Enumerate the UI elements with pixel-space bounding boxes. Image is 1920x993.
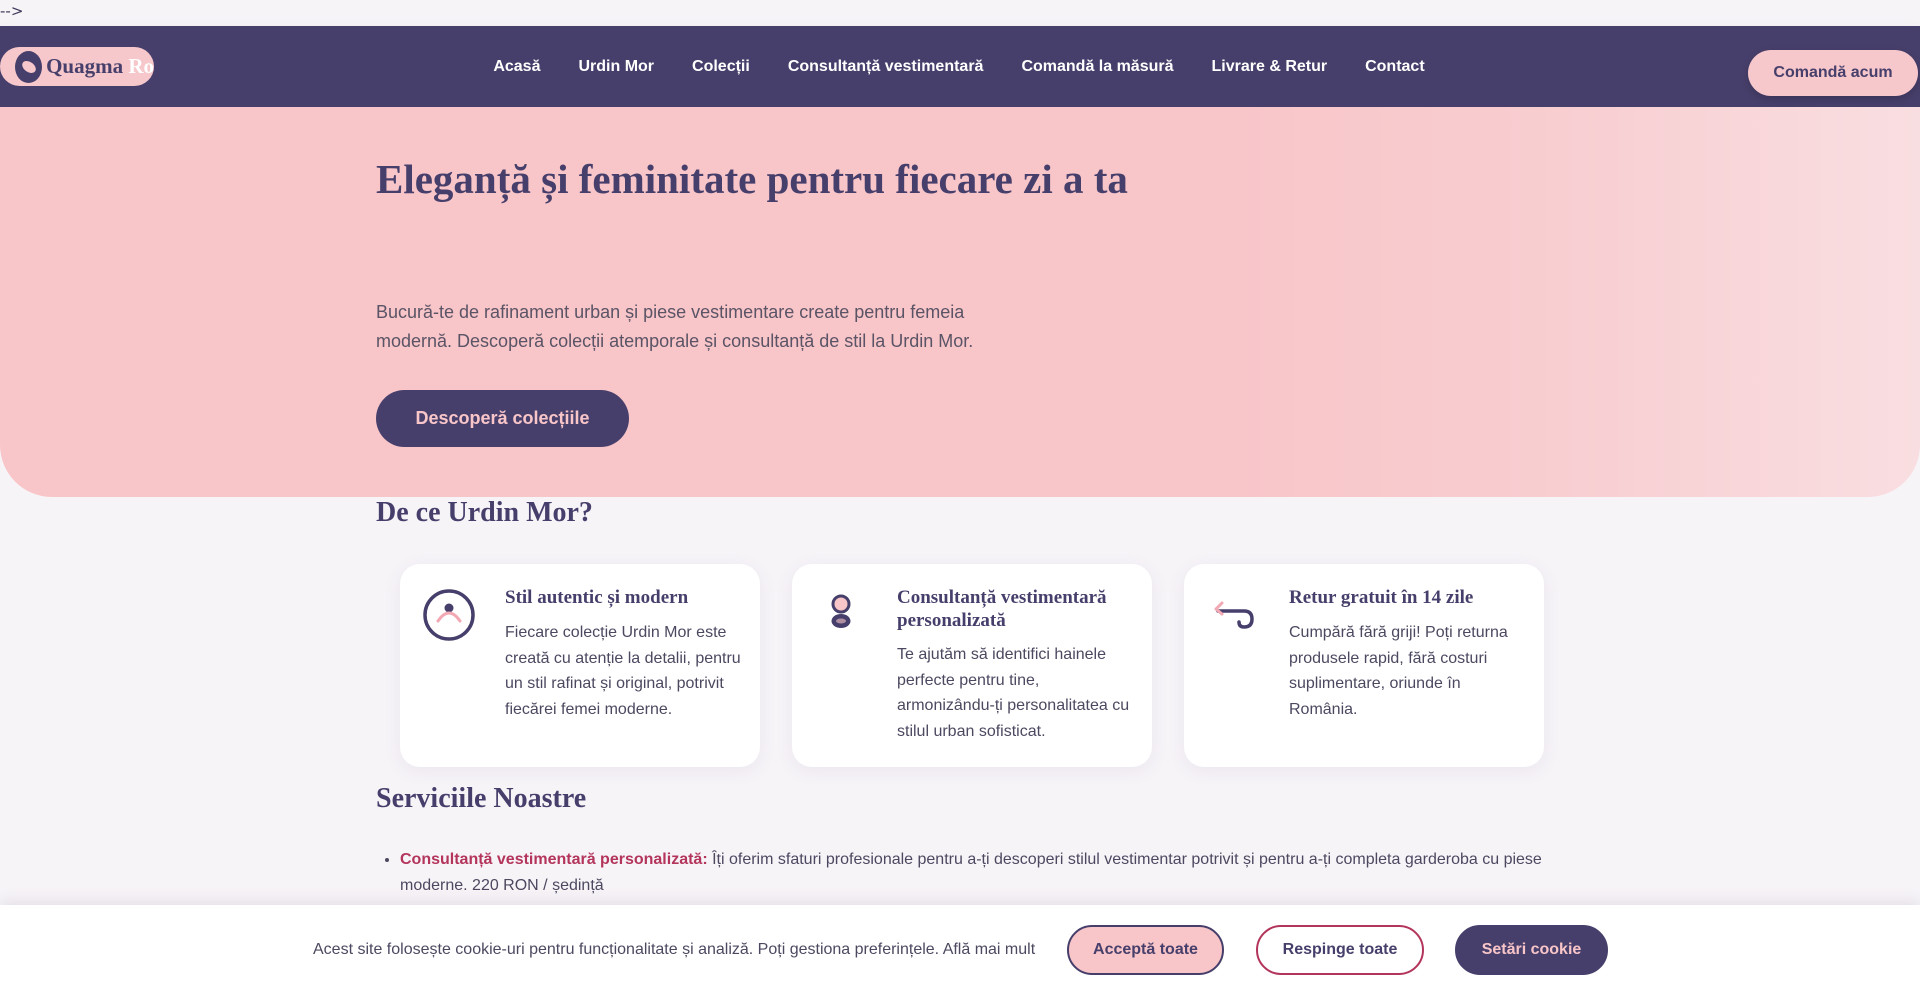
nav-item-urdin-mor[interactable]: Urdin Mor (578, 58, 654, 76)
services-list: Consultanță vestimentară personalizată: … (376, 847, 1570, 899)
services-title: Serviciile Noastre (376, 783, 587, 814)
stylist-person-icon (814, 588, 868, 642)
feature-card-text: Te ajutăm să identifici hainele perfecte… (897, 646, 1130, 740)
feature-card-consultancy: Consultanță vestimentară personalizată T… (792, 564, 1152, 767)
logo[interactable]: Quagma Ro (0, 47, 154, 86)
dress-circle-icon (422, 588, 476, 642)
site-header: Quagma Ro Acasă Urdin Mor Colecții Consu… (0, 26, 1920, 107)
order-now-button[interactable]: Comandă acum (1748, 50, 1918, 96)
why-section-title: De ce Urdin Mor? (376, 497, 593, 528)
nav-item-colectii[interactable]: Colecții (692, 58, 750, 76)
stray-comment-text: --> (0, 2, 24, 20)
reject-all-button[interactable]: Respinge toate (1256, 925, 1424, 975)
nav-item-contact[interactable]: Contact (1365, 58, 1425, 76)
logo-text: Quagma Ro (46, 54, 154, 79)
hero-title: Eleganță și feminitate pentru fiecare zi… (376, 156, 1128, 202)
feature-card-title: Stil autentic și modern (505, 587, 689, 608)
feature-card-text: Cumpără fără griji! Poți returna produse… (1289, 624, 1508, 718)
nav-item-livrare-retur[interactable]: Livrare & Retur (1212, 58, 1328, 76)
feature-card-text: Fiecare colecție Urdin Mor este creată c… (505, 624, 741, 718)
list-item: Consultanță vestimentară personalizată: … (400, 847, 1570, 899)
cookie-settings-button[interactable]: Setări cookie (1455, 925, 1608, 975)
nav-item-acasa[interactable]: Acasă (493, 58, 540, 76)
top-strip (0, 0, 1920, 26)
service-name: Consultanță vestimentară personalizată: (400, 851, 708, 868)
hero-subtitle: Bucură-te de rafinament urban și piese v… (376, 302, 974, 351)
discover-collections-button[interactable]: Descoperă colecțiile (376, 390, 629, 447)
accept-all-button[interactable]: Acceptă toate (1067, 925, 1224, 975)
feature-card-title: Retur gratuit în 14 zile (1289, 587, 1474, 608)
feature-card-style: Stil autentic și modern Fiecare colecție… (400, 564, 760, 767)
cookie-text: Acest site folosește cookie-uri pentru f… (313, 941, 1036, 958)
logo-text-faded: Ro (128, 54, 154, 78)
return-arrow-icon (1206, 588, 1260, 642)
hero-section: Eleganță și feminitate pentru fiecare zi… (0, 107, 1920, 497)
logo-text-main: Quagma (46, 54, 129, 78)
logo-mark-icon (15, 50, 43, 83)
nav-item-consultanta[interactable]: Consultanță vestimentară (788, 58, 984, 76)
feature-card-return: Retur gratuit în 14 zile Cumpără fără gr… (1184, 564, 1544, 767)
main-nav: Acasă Urdin Mor Colecții Consultanță ves… (0, 26, 1920, 107)
cookie-banner: Acest site folosește cookie-uri pentru f… (0, 905, 1920, 993)
nav-item-comanda-la-masura[interactable]: Comandă la măsură (1021, 58, 1173, 76)
feature-card-title: Consultanță vestimentară personalizată (897, 587, 1107, 631)
